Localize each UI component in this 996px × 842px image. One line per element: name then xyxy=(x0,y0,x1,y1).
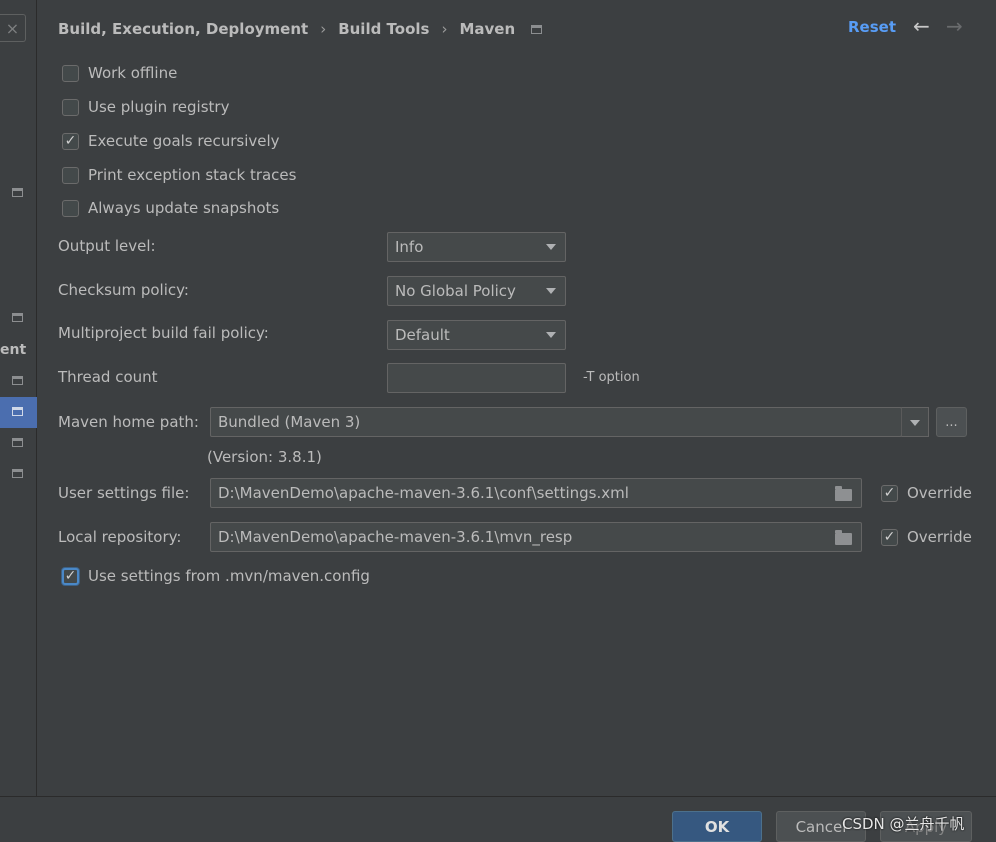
multiproject-policy-select[interactable]: Default xyxy=(387,320,566,350)
chevron-down-icon xyxy=(546,288,556,294)
multiproject-policy-value: Default xyxy=(395,326,450,344)
breadcrumb: Build, Execution, Deployment › Build Too… xyxy=(58,18,543,40)
mvn-config-option[interactable]: ✓ Use settings from .mvn/maven.config xyxy=(62,567,370,585)
user-settings-input[interactable]: D:\MavenDemo\apache-maven-3.6.1\conf\set… xyxy=(210,478,862,508)
project-level-icon xyxy=(12,376,23,385)
project-level-icon xyxy=(12,313,23,322)
thread-count-hint: -T option xyxy=(583,370,640,385)
project-level-icon xyxy=(12,469,23,478)
reset-link[interactable]: Reset xyxy=(848,18,896,36)
breadcrumb-item-current: Maven xyxy=(459,20,516,38)
tree-item-partial-label[interactable]: ent xyxy=(0,342,26,358)
output-level-label: Output level: xyxy=(58,237,156,255)
update-snapshots-checkbox[interactable] xyxy=(62,199,79,217)
thread-count-label: Thread count xyxy=(58,368,158,386)
maven-home-browse-button[interactable]: ... xyxy=(936,407,967,437)
chevron-down-icon xyxy=(546,332,556,338)
plugin-registry-label: Use plugin registry xyxy=(88,98,230,116)
maven-home-dropdown-button[interactable] xyxy=(901,407,929,437)
update-snapshots-label: Always update snapshots xyxy=(88,199,280,217)
project-level-icon xyxy=(12,438,23,447)
project-level-icon xyxy=(531,24,543,34)
ok-button[interactable]: OK xyxy=(672,811,762,842)
close-icon[interactable]: × xyxy=(0,14,26,42)
print-stack-traces-checkbox[interactable] xyxy=(62,166,79,184)
work-offline-option[interactable]: Work offline xyxy=(62,64,177,82)
print-stack-traces-label: Print exception stack traces xyxy=(88,166,297,184)
mvn-config-label: Use settings from .mvn/maven.config xyxy=(88,567,370,585)
folder-icon[interactable] xyxy=(835,486,852,501)
chevron-down-icon xyxy=(546,244,556,250)
local-repository-override-label: Override xyxy=(907,528,972,546)
user-settings-value: D:\MavenDemo\apache-maven-3.6.1\conf\set… xyxy=(218,484,629,502)
project-level-icon xyxy=(12,188,23,197)
user-settings-override-label: Override xyxy=(907,484,972,502)
breadcrumb-item[interactable]: Build Tools xyxy=(338,20,429,38)
breadcrumb-separator: › xyxy=(441,20,448,38)
folder-icon[interactable] xyxy=(835,530,852,545)
user-settings-override-option[interactable]: ✓ Override xyxy=(881,484,972,502)
update-snapshots-option[interactable]: Always update snapshots xyxy=(62,199,279,217)
checksum-policy-value: No Global Policy xyxy=(395,282,516,300)
print-stack-traces-option[interactable]: Print exception stack traces xyxy=(62,166,296,184)
maven-home-select[interactable]: Bundled (Maven 3) xyxy=(210,407,902,437)
execute-recursively-label: Execute goals recursively xyxy=(88,132,280,150)
project-level-icon xyxy=(12,407,23,416)
maven-version-text: (Version: 3.8.1) xyxy=(207,448,322,466)
watermark-text: CSDN @兰舟千帆 xyxy=(842,815,965,833)
local-repository-override-option[interactable]: ✓ Override xyxy=(881,528,972,546)
settings-tree-strip: × ent xyxy=(0,0,37,796)
checksum-policy-select[interactable]: No Global Policy xyxy=(387,276,566,306)
plugin-registry-checkbox[interactable] xyxy=(62,98,79,116)
local-repository-label: Local repository: xyxy=(58,528,182,546)
work-offline-label: Work offline xyxy=(88,64,178,82)
breadcrumb-separator: › xyxy=(320,20,327,38)
breadcrumb-item[interactable]: Build, Execution, Deployment xyxy=(58,20,308,38)
maven-home-value: Bundled (Maven 3) xyxy=(218,413,361,431)
thread-count-input[interactable] xyxy=(387,363,566,393)
work-offline-checkbox[interactable] xyxy=(62,64,79,82)
local-repository-value: D:\MavenDemo\apache-maven-3.6.1\mvn_resp xyxy=(218,528,573,546)
user-settings-override-checkbox[interactable]: ✓ xyxy=(881,484,898,502)
mvn-config-checkbox[interactable]: ✓ xyxy=(62,567,79,585)
back-arrow-icon[interactable]: ← xyxy=(913,14,930,38)
output-level-value: Info xyxy=(395,238,424,256)
chevron-down-icon xyxy=(910,420,920,426)
user-settings-label: User settings file: xyxy=(58,484,190,502)
execute-recursively-option[interactable]: ✓ Execute goals recursively xyxy=(62,132,280,150)
execute-recursively-checkbox[interactable]: ✓ xyxy=(62,132,79,150)
multiproject-policy-label: Multiproject build fail policy: xyxy=(58,324,269,342)
maven-home-label: Maven home path: xyxy=(58,413,199,431)
forward-arrow-icon[interactable]: → xyxy=(946,14,963,38)
local-repository-input[interactable]: D:\MavenDemo\apache-maven-3.6.1\mvn_resp xyxy=(210,522,862,552)
plugin-registry-option[interactable]: Use plugin registry xyxy=(62,98,229,116)
maven-settings-panel: Build, Execution, Deployment › Build Too… xyxy=(38,0,996,796)
output-level-select[interactable]: Info xyxy=(387,232,566,262)
checksum-policy-label: Checksum policy: xyxy=(58,281,189,299)
local-repository-override-checkbox[interactable]: ✓ xyxy=(881,528,898,546)
